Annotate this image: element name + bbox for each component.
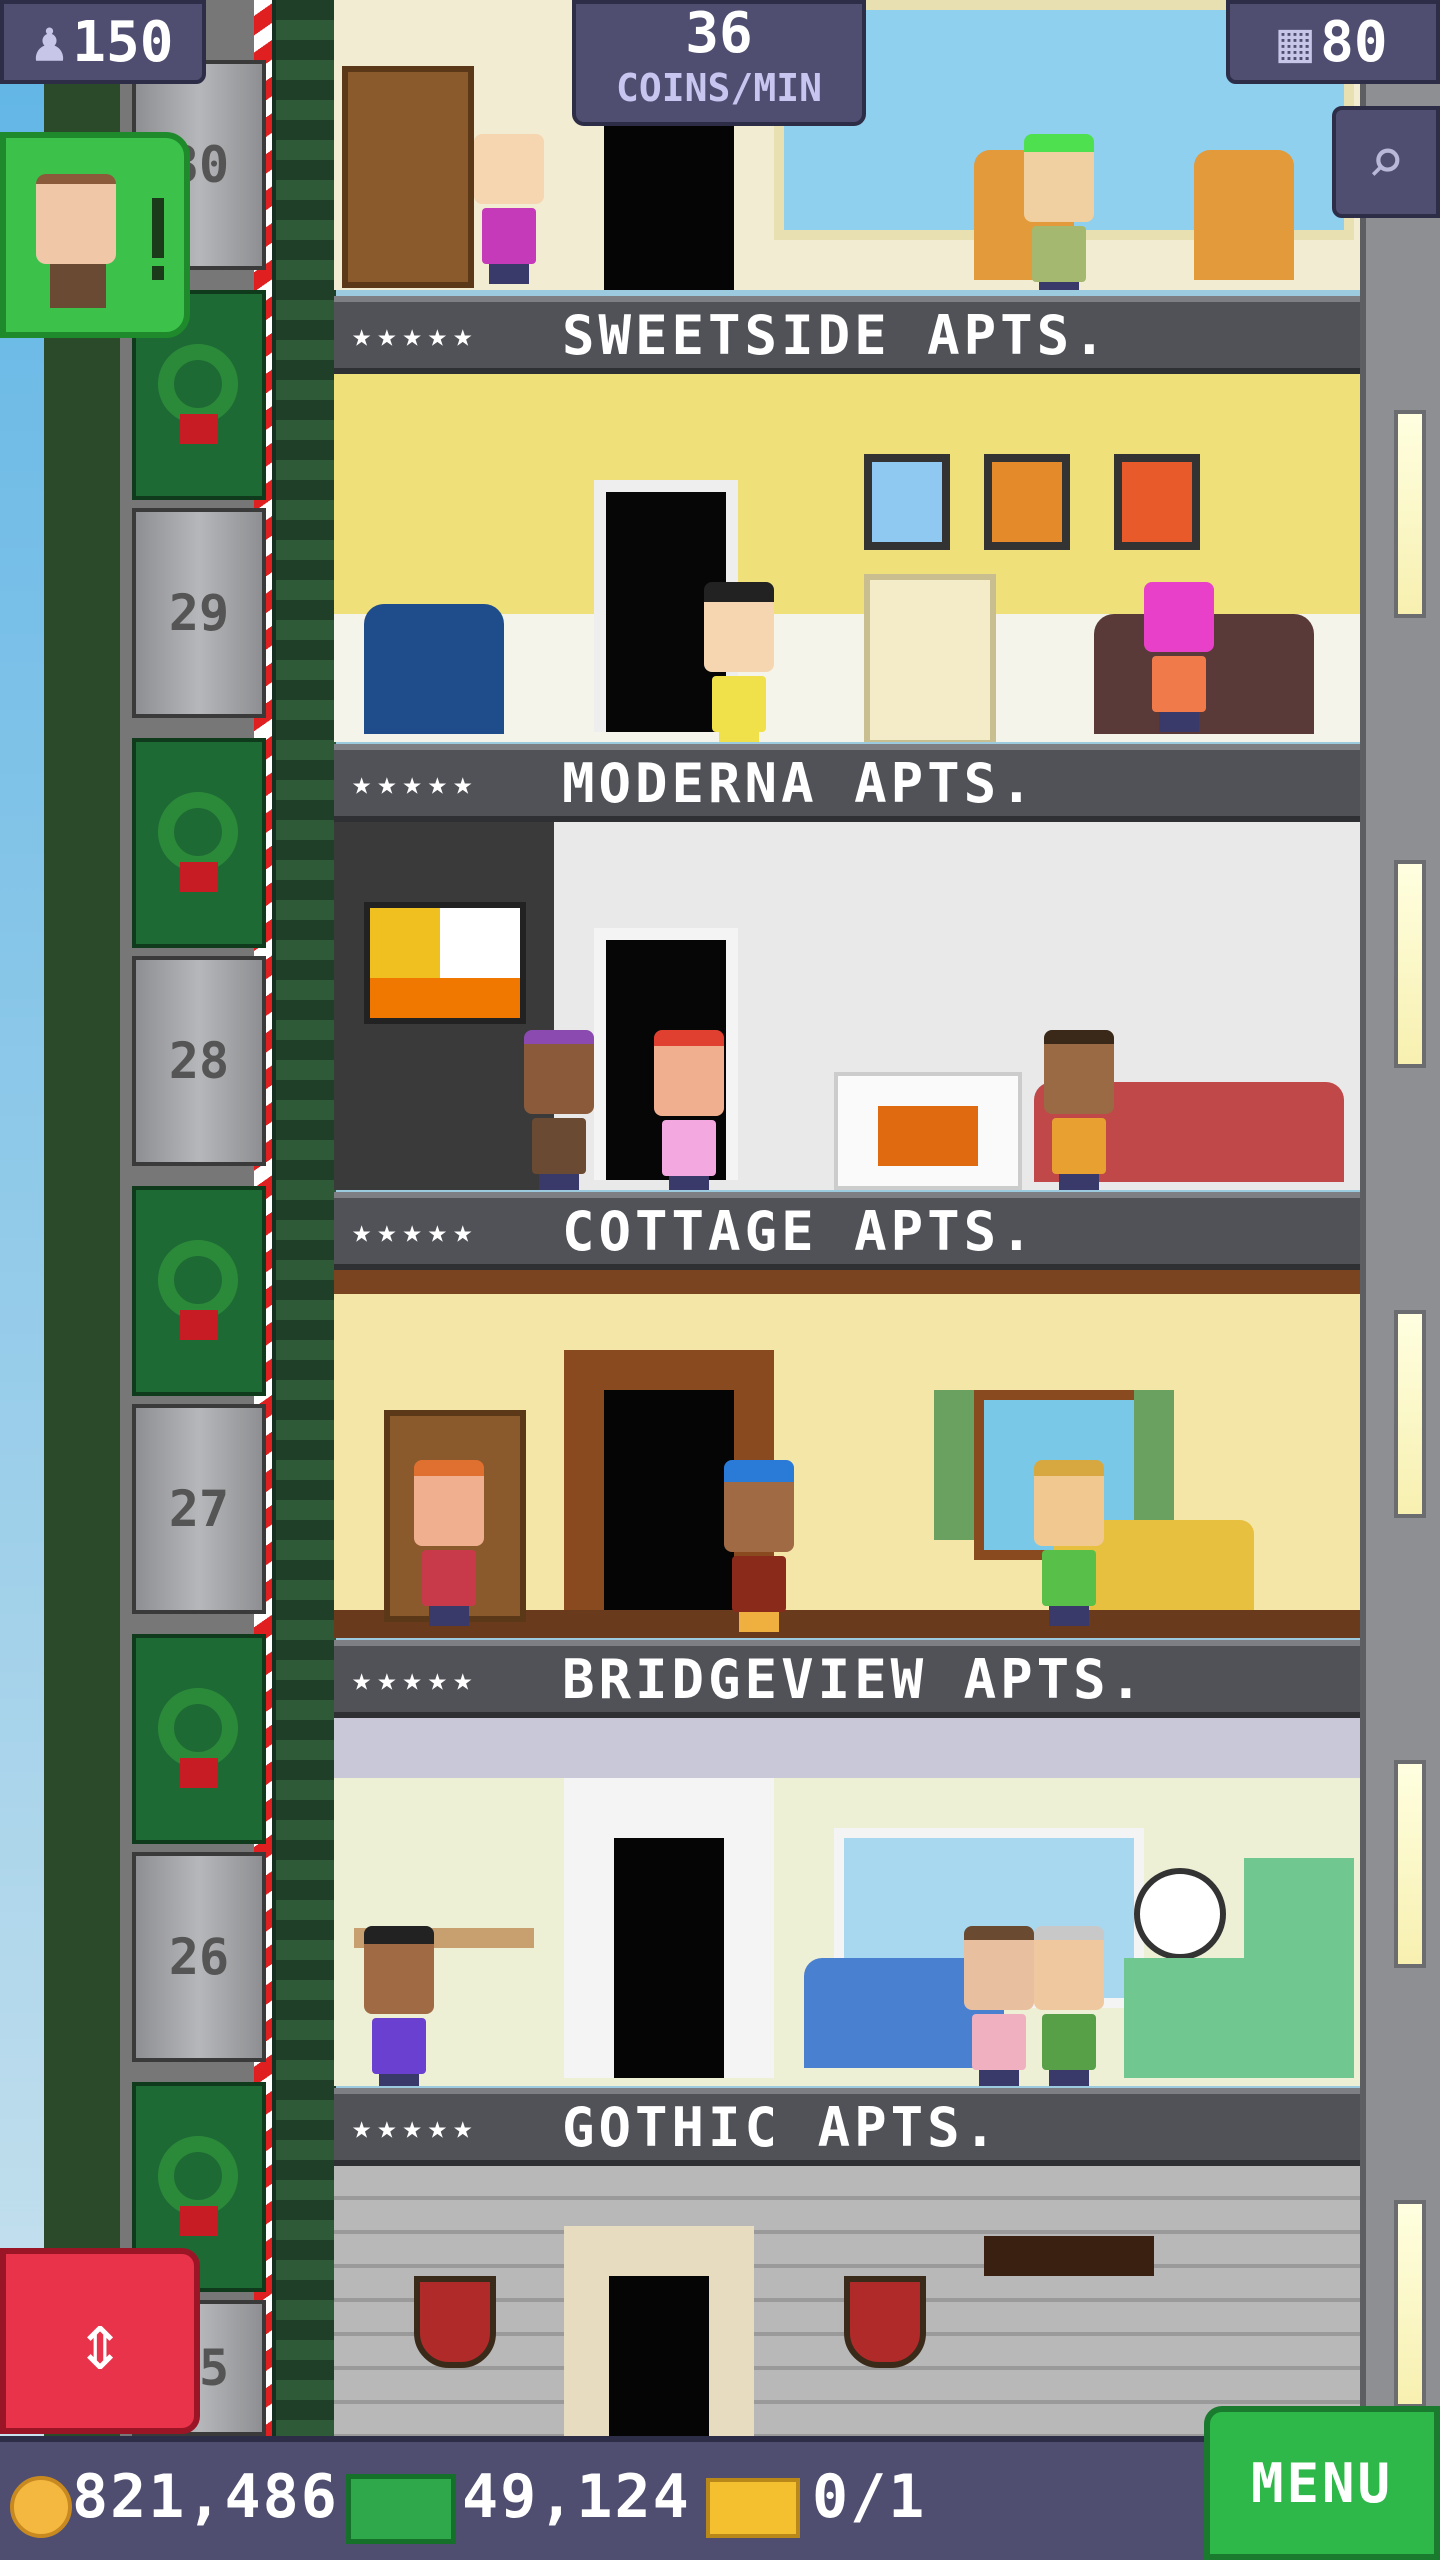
picture-frame <box>1114 454 1200 550</box>
elevator-button[interactable]: ⇕ <box>0 2248 200 2434</box>
income-rate-value: 36 <box>685 1 753 66</box>
picture-frame <box>984 454 1070 550</box>
tenant[interactable] <box>414 1460 484 1626</box>
elevator-car[interactable] <box>132 1186 266 1396</box>
income-rate-panel: 36 COINS/MIN <box>572 0 866 126</box>
arcade-cabinet <box>864 574 996 742</box>
tenant[interactable] <box>1024 134 1094 290</box>
elevator-floor-label: 26 <box>132 1852 266 2062</box>
notification-button[interactable] <box>0 132 190 338</box>
zoom-icon: ⌕ <box>1366 125 1406 199</box>
upper-wall <box>334 1718 1360 1778</box>
floor-stars: ★★★★★ <box>352 1660 479 1698</box>
bux-icon <box>346 2474 456 2544</box>
door-frame <box>564 1778 774 2078</box>
floor-label-bar: ★★★★★ COTTAGE APTS. <box>334 1192 1360 1270</box>
bow-icon <box>180 414 218 444</box>
zoom-button[interactable]: ⌕ <box>1332 106 1440 218</box>
tenant[interactable] <box>654 1030 724 1190</box>
shutter <box>934 1390 974 1540</box>
kitchen-counter <box>1124 1958 1354 2078</box>
tenant[interactable] <box>964 1926 1034 2086</box>
wreath-icon <box>158 1240 238 1320</box>
floor-gothic[interactable] <box>334 1718 1360 2086</box>
menu-button[interactable]: MENU <box>1204 2406 1440 2560</box>
floor-stars: ★★★★★ <box>352 1212 479 1250</box>
tenant[interactable] <box>474 134 544 284</box>
elevator-floor-label: 28 <box>132 956 266 1166</box>
wreath-icon <box>158 792 238 872</box>
elevator-floor-label: 27 <box>132 1404 266 1614</box>
person-icon: ♟ <box>32 9 67 75</box>
floor-name: MODERNA APTS. <box>562 751 1037 815</box>
ticket-icon <box>706 2478 800 2538</box>
floor-name: COTTAGE APTS. <box>562 1199 1037 1263</box>
bux-value: 49,124 <box>462 2462 691 2532</box>
floor-cottage[interactable] <box>334 822 1360 1190</box>
ceiling-beam <box>334 1270 1360 1294</box>
bow-icon <box>180 862 218 892</box>
income-rate-unit: COINS/MIN <box>616 66 822 110</box>
floor-label-bar: ★★★★★ SWEETSIDE APTS. <box>334 296 1360 374</box>
elevator-rail <box>272 0 336 2440</box>
floor-stars: ★★★★★ <box>352 2108 479 2146</box>
population-counter: ♟ 150 <box>0 0 206 84</box>
elevator-arrows-icon: ⇕ <box>75 2294 125 2388</box>
shutter <box>1134 1390 1174 1540</box>
tenant[interactable] <box>1044 1030 1114 1190</box>
clock-icon <box>1134 1868 1226 1960</box>
wreath-icon <box>158 344 238 424</box>
coins-value: 821,486 <box>72 2462 339 2532</box>
floor-stars: ★★★★★ <box>352 316 479 354</box>
tenant[interactable] <box>724 1460 794 1632</box>
armchair <box>1194 150 1294 280</box>
tenant[interactable] <box>704 582 774 742</box>
wall-lamp <box>1394 1760 1426 1968</box>
floor-label-bar: ★★★★★ BRIDGEVIEW APTS. <box>334 1640 1360 1718</box>
wall-lamp <box>1394 860 1426 1068</box>
tenant[interactable] <box>1144 582 1214 732</box>
tenant[interactable] <box>1034 1926 1104 2086</box>
floor-bridgeview[interactable] <box>334 1270 1360 1638</box>
floor-counter: ▦ 80 <box>1226 0 1440 84</box>
wall-lamp <box>1394 410 1426 618</box>
bow-icon <box>180 1758 218 1788</box>
picture-frame <box>864 454 950 550</box>
grid-icon: ▦ <box>1278 9 1313 75</box>
door-frame <box>564 2226 754 2436</box>
wreath-icon <box>158 2136 238 2216</box>
floor-stone[interactable] <box>334 2166 1360 2436</box>
floor-label-bar: ★★★★★ GOTHIC APTS. <box>334 2088 1360 2166</box>
fridge <box>1244 1858 1354 1958</box>
chandelier <box>984 2236 1154 2276</box>
tenant[interactable] <box>364 1926 434 2086</box>
shield-icon <box>414 2276 496 2368</box>
coin-icon <box>10 2476 72 2538</box>
tenant[interactable] <box>524 1030 594 1190</box>
shield-icon <box>844 2276 926 2368</box>
elevator-car[interactable] <box>132 1634 266 1844</box>
floor-label-bar: ★★★★★ MODERNA APTS. <box>334 744 1360 822</box>
floor-name: SWEETSIDE APTS. <box>562 303 1110 367</box>
floor-stars: ★★★★★ <box>352 764 479 802</box>
notification-icon <box>36 174 116 264</box>
wall-lamp <box>1394 1310 1426 1518</box>
armchair <box>364 604 504 734</box>
bookshelf <box>342 66 474 288</box>
floor-moderna[interactable] <box>334 374 1360 742</box>
bow-icon <box>180 2206 218 2236</box>
bow-icon <box>180 1310 218 1340</box>
floor-name: GOTHIC APTS. <box>562 2095 1001 2159</box>
floor-name: BRIDGEVIEW APTS. <box>562 1647 1147 1711</box>
tickets-value: 0/1 <box>812 2462 927 2532</box>
wall-lamp <box>1394 2200 1426 2408</box>
elevator-car[interactable] <box>132 738 266 948</box>
fireplace <box>834 1072 1022 1190</box>
tenant[interactable] <box>1034 1460 1104 1626</box>
art-panel <box>364 902 526 1024</box>
doorway <box>604 110 734 290</box>
wreath-icon <box>158 1688 238 1768</box>
tower-edge <box>1360 0 1440 2440</box>
elevator-floor-label: 29 <box>132 508 266 718</box>
